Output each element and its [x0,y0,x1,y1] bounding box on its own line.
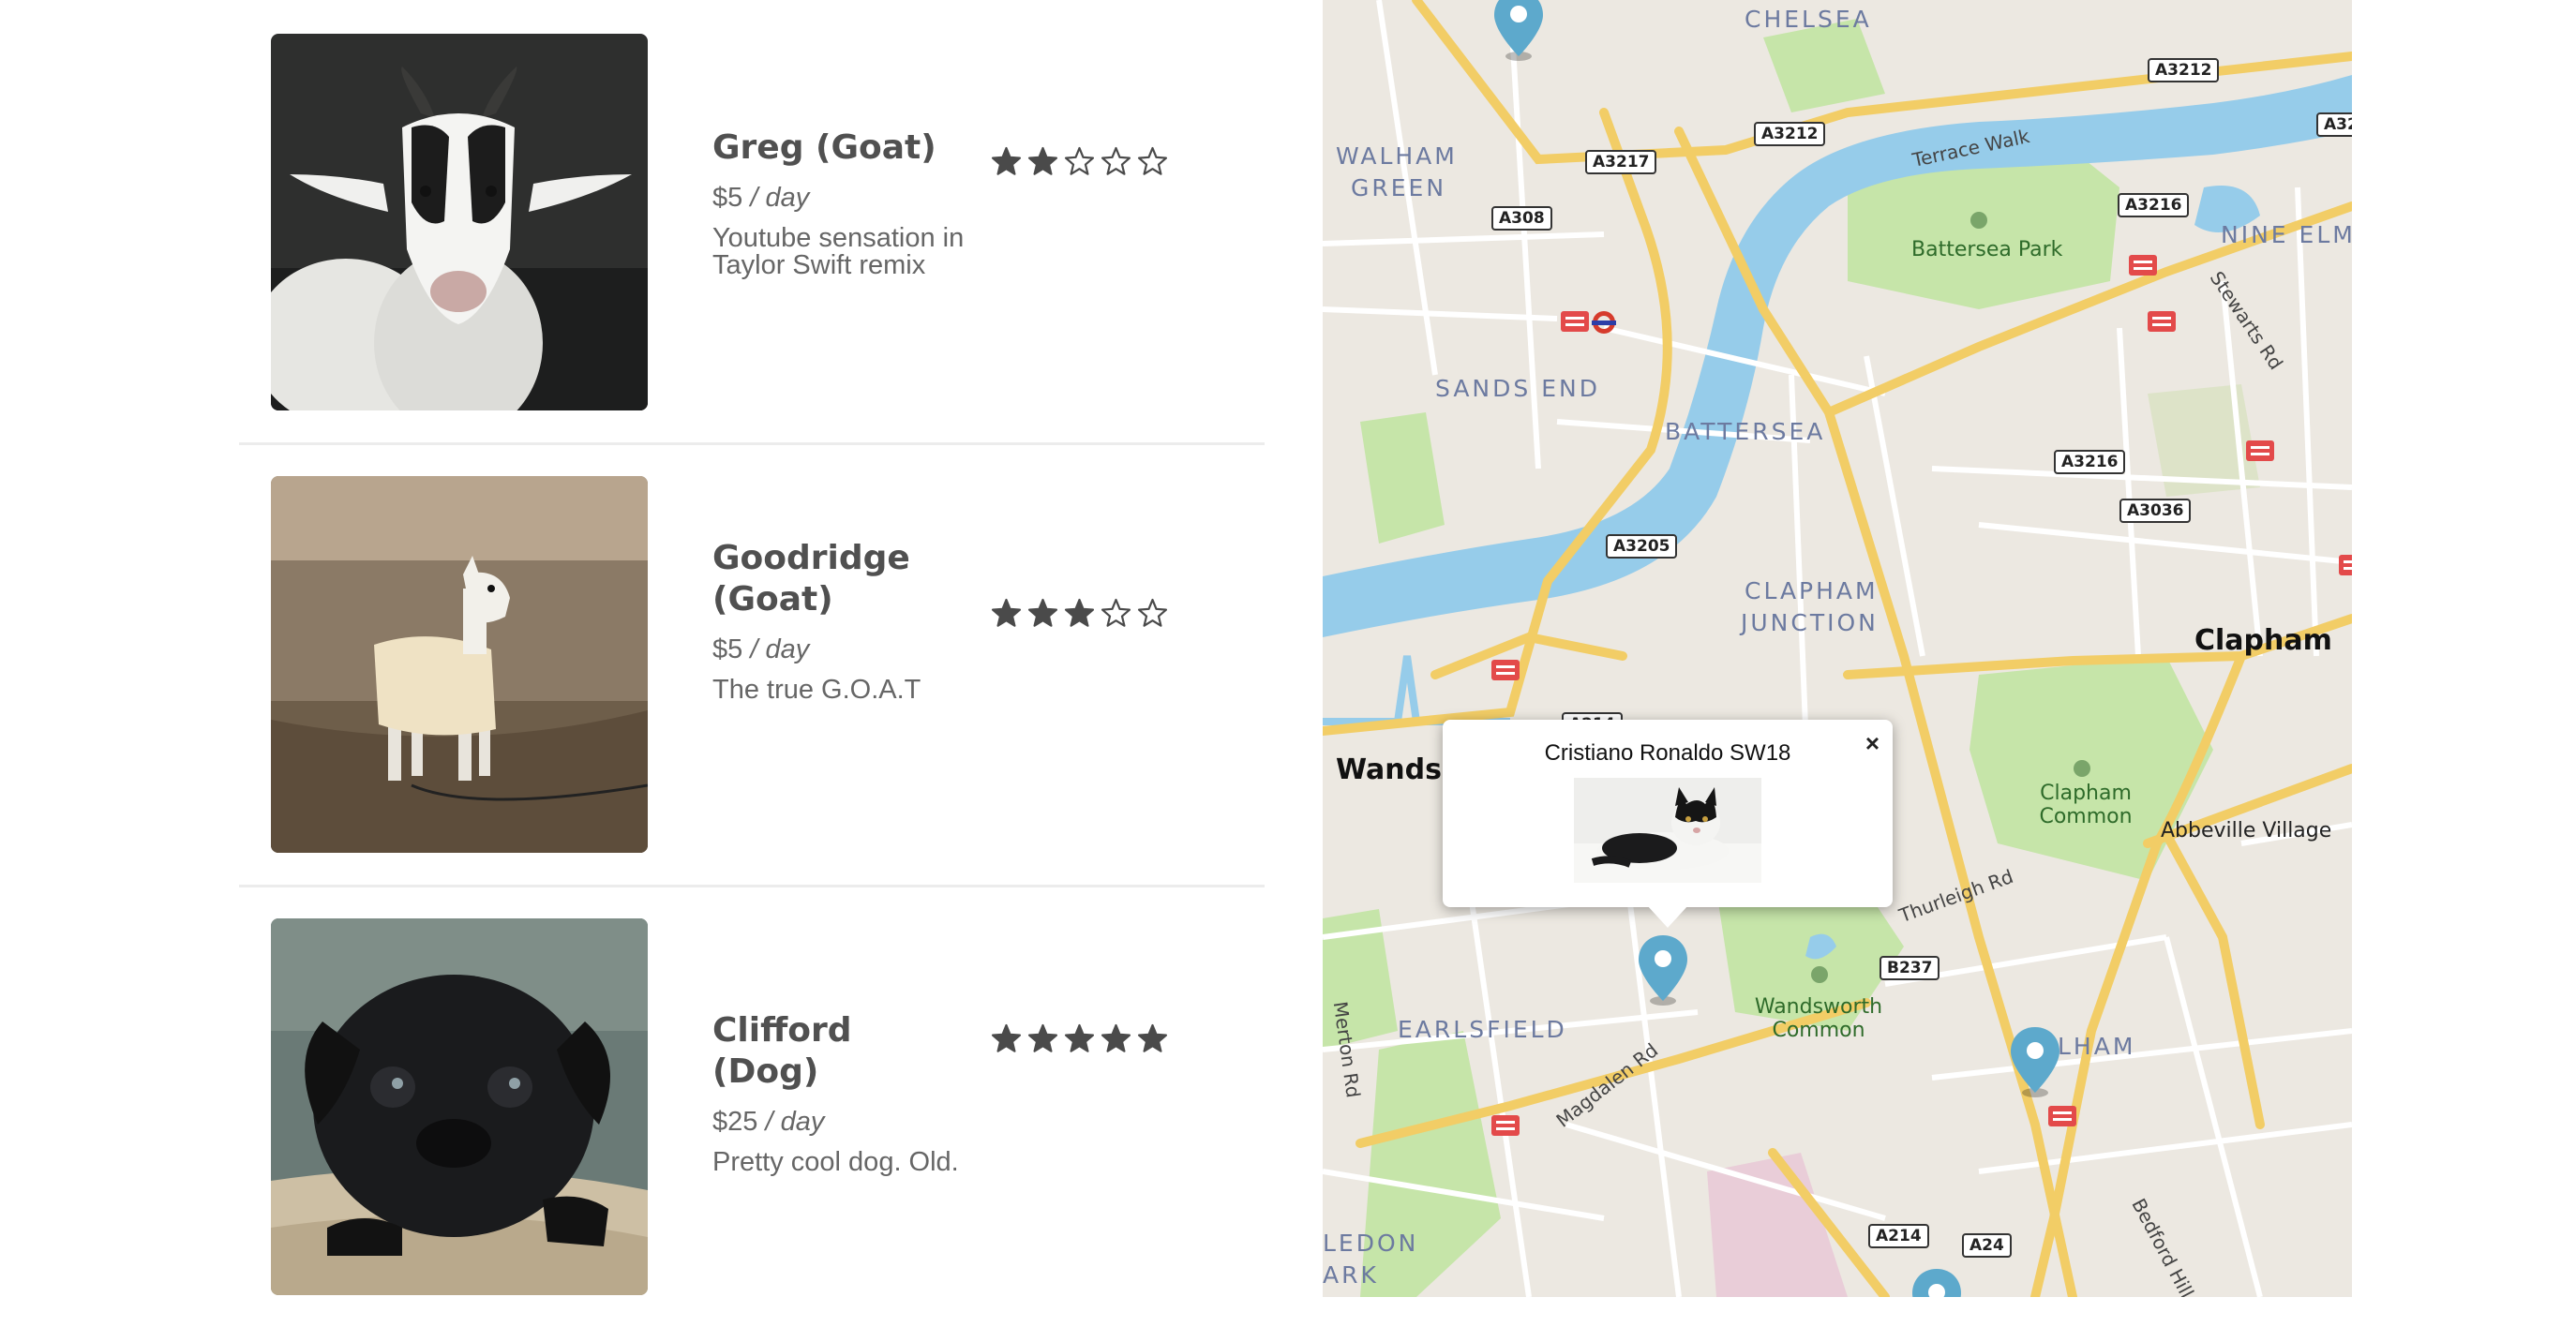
district-label: LEDON [1323,1230,1419,1257]
cat-photo [1574,778,1761,883]
listing-name[interactable]: Greg (Goat) [712,127,966,169]
star-rating [991,598,1168,629]
price-unit: / day [750,634,810,664]
star-filled-icon[interactable] [1064,598,1095,629]
close-icon[interactable]: × [1865,729,1880,758]
star-filled-icon[interactable] [1027,146,1058,177]
road-shield: A3217 [1585,150,1657,174]
road-shield: A3216 [2054,450,2126,474]
price-amount: $5 [712,634,743,664]
star-filled-icon[interactable] [991,598,1022,629]
district-label: BATTERSEA [1665,418,1826,445]
star-filled-icon[interactable] [1137,1023,1168,1054]
listing-name[interactable]: Clifford (Dog) [712,1010,966,1093]
star-empty-icon[interactable] [1064,146,1095,177]
star-rating [991,146,1168,177]
price-unit: / day [750,183,810,213]
goat-in-jacket-photo[interactable] [271,476,648,853]
price-unit: / day [765,1107,825,1137]
road-shield: A3212 [1754,122,1826,146]
road-shield: A308 [1491,206,1552,231]
star-rating [991,1023,1168,1054]
map-pin-icon[interactable] [1910,1267,1964,1297]
rail-station-icon [2148,311,2176,332]
district-label: LHAM [2058,1033,2136,1060]
road-shield: A32 [2316,112,2352,137]
road-shield: B237 [1880,956,1940,980]
star-empty-icon[interactable] [1137,146,1168,177]
rail-station-icon [1561,311,1589,332]
rail-station-icon [2129,255,2157,276]
district-label: CHELSEA [1745,6,1872,33]
district-label: WALHAM [1336,142,1458,170]
listing-description: Youtube sensation in Taylor Swift remix [712,223,965,280]
road-shield: A214 [1868,1224,1929,1248]
star-empty-icon[interactable] [1137,598,1168,629]
district-label: SANDS END [1435,375,1600,402]
listing-card[interactable]: Clifford (Dog) $25 / day Pretty cool dog… [239,885,1265,1327]
star-filled-icon[interactable] [1027,1023,1058,1054]
road-shield: A3212 [2148,58,2220,82]
map-pin-icon[interactable] [1636,933,1690,1008]
listing-card[interactable]: Greg (Goat) $5 / day Youtube sensation i… [239,0,1265,445]
listing-price: $25 / day [712,1106,966,1138]
goat-photo[interactable] [271,34,648,410]
listing-description: The true G.O.A.T [712,675,921,705]
road-shield: A3036 [2119,499,2192,523]
district-label: NINE ELM [2221,221,2352,248]
listing-panel: Greg (Goat) $5 / day Youtube sensation i… [239,0,1265,1297]
road-shield: A3205 [1606,534,1678,559]
listing-info: Clifford (Dog) $25 / day Pretty cool dog… [712,1010,966,1176]
star-filled-icon[interactable] [1064,1023,1095,1054]
district-label: JUNCTION [1741,609,1879,636]
rail-station-icon [1491,1115,1520,1136]
place-label: Clapham [2194,624,2332,657]
rail-station-icon [2246,440,2274,461]
road-shield: A24 [1962,1233,2012,1258]
price-amount: $5 [712,183,743,213]
star-empty-icon[interactable] [1101,146,1131,177]
underground-icon [1592,311,1616,334]
map[interactable]: CHELSEA WALHAM GREEN NINE ELM SANDS END … [1323,0,2352,1297]
listing-info: Greg (Goat) $5 / day Youtube sensation i… [712,127,966,279]
star-filled-icon[interactable] [991,146,1022,177]
listing-price: $5 / day [712,182,966,214]
pug-photo[interactable] [271,918,648,1295]
star-filled-icon[interactable] [1027,598,1058,629]
listing-info: Goodridge (Goat) $5 / day The true G.O.A… [712,538,966,704]
district-label: EARLSFIELD [1398,1016,1567,1043]
place-label: Abbeville Village [2161,819,2332,842]
park-label: Wandsworth Common [1754,995,1883,1042]
listing-price: $5 / day [712,634,966,665]
park-label: Battersea Park [1911,238,2063,261]
district-label: CLAPHAM [1745,577,1879,604]
district-label: ARK [1323,1261,1379,1289]
star-filled-icon[interactable] [1101,1023,1131,1054]
star-empty-icon[interactable] [1101,598,1131,629]
road-shield: A3216 [2118,193,2190,217]
price-amount: $25 [712,1107,758,1137]
map-pin-icon[interactable] [2008,1025,2062,1100]
map-pin-icon[interactable] [1491,0,1546,64]
listing-name[interactable]: Goodridge (Goat) [712,538,966,620]
district-label: GREEN [1351,174,1447,201]
star-filled-icon[interactable] [991,1023,1022,1054]
map-popup[interactable]: Cristiano Ronaldo SW18 × [1443,720,1893,928]
rail-station-icon [2048,1106,2076,1126]
rail-station-icon [2339,555,2352,575]
popup-title: Cristiano Ronaldo SW18 [1544,740,1791,766]
listing-card[interactable]: Goodridge (Goat) $5 / day The true G.O.A… [239,442,1265,887]
park-label: Clapham Common [2039,782,2133,828]
rail-station-icon [1491,660,1520,680]
listing-description: Pretty cool dog. Old. [712,1147,959,1177]
